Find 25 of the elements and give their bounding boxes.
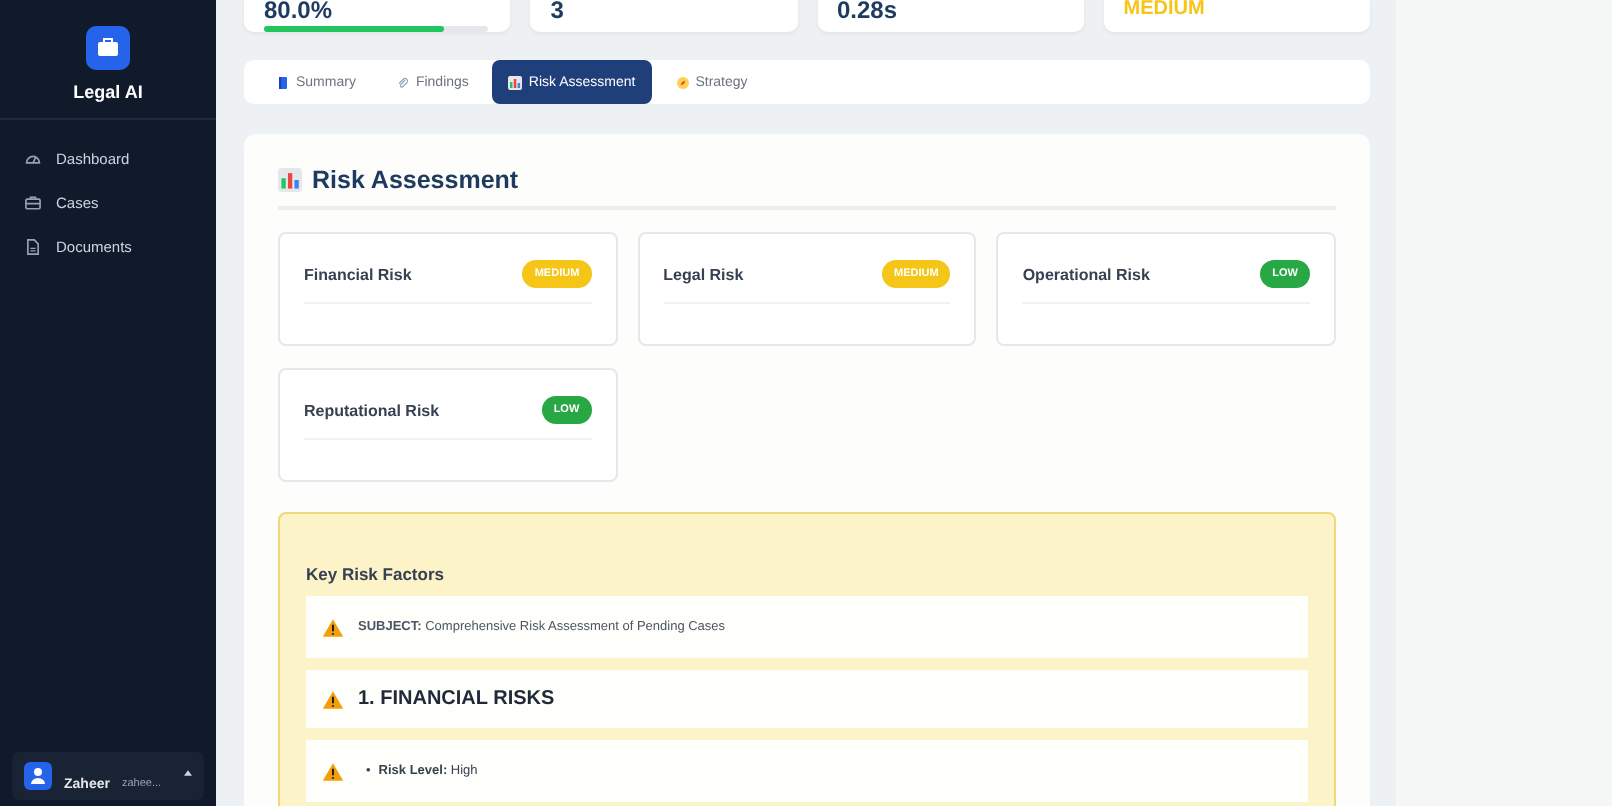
- stat-value: 0.28s: [837, 0, 900, 22]
- stat-value: 3: [550, 0, 566, 22]
- paperclip-icon: [395, 75, 410, 89]
- risk-name: Legal Risk: [663, 265, 744, 283]
- bar-chart-icon: [278, 168, 302, 192]
- file-icon: [24, 237, 42, 255]
- risk-name: Financial Risk: [304, 265, 412, 283]
- caret-icon: [184, 769, 192, 775]
- warning-icon: [322, 689, 344, 709]
- panel-title: Risk Assessment: [312, 166, 519, 194]
- factors-title: Key Risk Factors: [306, 564, 446, 584]
- risk-name: Operational Risk: [1022, 265, 1150, 283]
- book-icon: [276, 75, 290, 89]
- warning-icon: [322, 617, 344, 637]
- avatar-icon: [24, 762, 52, 790]
- factor-heading: 1. FINANCIAL RISKS: [358, 688, 555, 710]
- stat-value: MEDIUM: [1123, 0, 1207, 22]
- compass-icon: [675, 75, 690, 89]
- warning-icon: [322, 761, 344, 781]
- brand-name: Legal AI: [73, 82, 143, 102]
- stat-value: 80.0%: [264, 0, 335, 22]
- briefcase-icon: [24, 193, 42, 211]
- risk-name: Reputational Risk: [304, 401, 440, 419]
- briefcase-logo-icon: [86, 26, 130, 70]
- bar-chart-icon: [508, 75, 523, 89]
